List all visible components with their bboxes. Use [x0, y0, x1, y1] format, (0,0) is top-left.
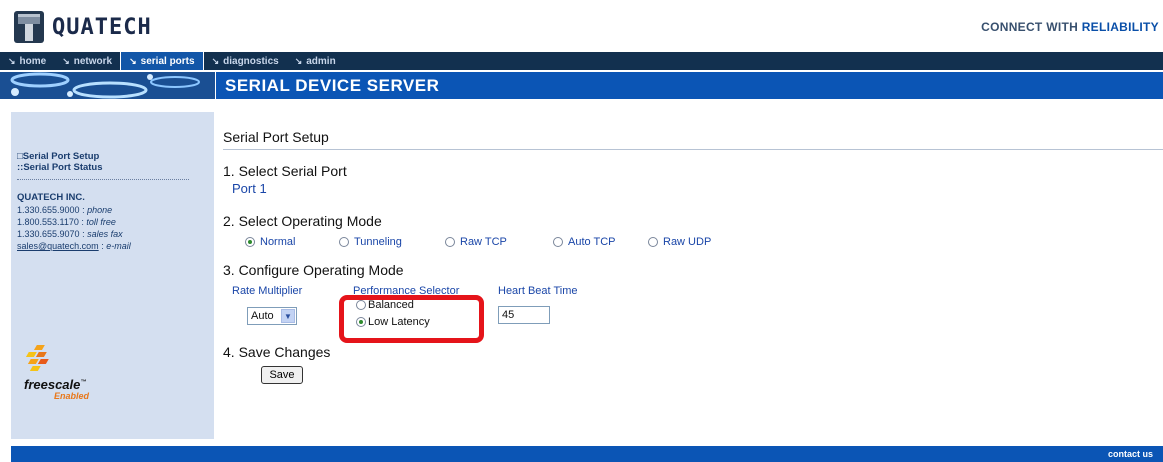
- sidebar-divider: [17, 179, 189, 180]
- perf-radio-balanced[interactable]: Balanced: [356, 299, 414, 311]
- freescale-enabled: Enabled: [54, 391, 90, 401]
- heartbeat-input[interactable]: [498, 306, 550, 324]
- sidebar-link-serial-port-setup[interactable]: □Serial Port Setup: [17, 151, 99, 162]
- sidebar-link-label: Serial Port Status: [23, 162, 103, 173]
- section-save-heading: 4. Save Changes: [223, 344, 331, 360]
- contact-type: phone: [87, 205, 113, 215]
- chevron-down-icon[interactable]: ▼: [281, 309, 295, 323]
- rate-multiplier-label: Rate Multiplier: [232, 285, 303, 297]
- contact-type: toll free: [86, 217, 116, 227]
- nav-serial-ports[interactable]: ↘ serial ports: [120, 52, 204, 70]
- section-configure-heading: 3. Configure Operating Mode: [223, 262, 404, 278]
- nav-arrow-icon: ↘: [211, 55, 220, 66]
- banner-graphic: [0, 72, 215, 99]
- nav-admin[interactable]: ↘ admin: [287, 52, 344, 70]
- contact-value: 1.800.553.1170: [17, 217, 79, 227]
- nav-diagnostics[interactable]: ↘ diagnostics: [204, 52, 287, 70]
- nav-label: serial ports: [140, 55, 195, 67]
- freescale-mark-icon: [25, 345, 49, 371]
- sidebar-link-serial-port-status[interactable]: ::Serial Port Status: [17, 162, 103, 173]
- contact-value: 1.330.655.9070: [17, 229, 80, 239]
- main-nav: ↘ home ↘ network ↘ serial ports ↘ diagnostic…: [0, 52, 1163, 70]
- mode-radio-auto-tcp[interactable]: Auto TCP: [553, 236, 616, 248]
- radio-selected-icon: [245, 237, 255, 247]
- mode-radio-tunneling[interactable]: Tunneling: [339, 236, 402, 248]
- nav-home[interactable]: ↘ home: [0, 52, 54, 70]
- radio-label: Raw TCP: [460, 236, 507, 248]
- radio-empty-icon: [445, 237, 455, 247]
- radio-label: Balanced: [368, 299, 414, 311]
- title-divider: [223, 149, 1163, 150]
- footer-bar: contact us: [11, 446, 1163, 462]
- heartbeat-label: Heart Beat Time: [498, 285, 578, 297]
- contact-value: 1.330.655.9000: [17, 205, 80, 215]
- section-operating-mode-heading: 2. Select Operating Mode: [223, 213, 382, 229]
- contact-toll-free: 1.800.553.1170 : toll free: [17, 217, 116, 227]
- radio-selected-icon: [356, 317, 366, 327]
- nav-network[interactable]: ↘ network: [54, 52, 120, 70]
- quatech-logo[interactable]: QUATECH: [14, 10, 152, 44]
- logo-text: QUATECH: [52, 14, 152, 40]
- radio-label: Tunneling: [354, 236, 402, 248]
- contact-type: sales fax: [87, 229, 123, 239]
- freescale-logo: freescale™ Enabled: [24, 343, 124, 403]
- tagline-prefix: CONNECT WITH: [981, 20, 1082, 34]
- contact-phone: 1.330.655.9000 : phone: [17, 205, 113, 215]
- page-title: Serial Port Setup: [223, 129, 329, 145]
- site-header: QUATECH CONNECT WITH RELIABILITY: [0, 0, 1163, 52]
- logo-mark-icon: [14, 11, 44, 43]
- nav-arrow-icon: ↘: [129, 55, 137, 66]
- performance-selector-label: Performance Selector: [353, 285, 460, 297]
- save-button[interactable]: Save: [261, 366, 303, 384]
- mode-radio-normal[interactable]: Normal: [245, 236, 295, 248]
- nav-label: admin: [306, 55, 336, 67]
- perf-radio-low-latency[interactable]: Low Latency: [356, 316, 430, 328]
- freescale-word: freescale™: [24, 377, 87, 392]
- nav-arrow-icon: ↘: [8, 55, 16, 66]
- radio-empty-icon: [356, 300, 366, 310]
- nav-arrow-icon: ↘: [62, 55, 70, 66]
- select-value: Auto: [251, 310, 274, 322]
- email-link[interactable]: sales@quatech.com: [17, 241, 99, 251]
- rate-multiplier-select[interactable]: Auto ▼: [247, 307, 297, 325]
- sidebar: □Serial Port Setup ::Serial Port Status …: [11, 112, 214, 439]
- main-content: Serial Port Setup 1. Select Serial Port …: [216, 100, 1163, 445]
- sidebar-link-label: Serial Port Setup: [22, 151, 100, 162]
- contact-email: sales@quatech.com : e-mail: [17, 241, 131, 251]
- mode-radio-raw-udp[interactable]: Raw UDP: [648, 236, 711, 248]
- banner-title: SERIAL DEVICE SERVER: [216, 72, 1163, 99]
- nav-arrow-icon: ↘: [294, 55, 303, 66]
- nav-label: home: [19, 55, 47, 67]
- radio-empty-icon: [648, 237, 658, 247]
- port-value: Port 1: [232, 181, 267, 196]
- mode-radio-raw-tcp[interactable]: Raw TCP: [445, 236, 507, 248]
- radio-empty-icon: [553, 237, 563, 247]
- radio-label: Raw UDP: [663, 236, 712, 248]
- nav-label: network: [73, 55, 113, 67]
- radio-label: Normal: [260, 236, 296, 248]
- tagline: CONNECT WITH RELIABILITY: [981, 20, 1159, 34]
- radio-label: Auto TCP: [568, 236, 616, 248]
- radio-label: Low Latency: [368, 316, 430, 328]
- contact-us-link[interactable]: contact us: [1108, 449, 1153, 459]
- company-name: QUATECH INC.: [17, 192, 85, 203]
- contact-type: e-mail: [106, 241, 131, 251]
- tagline-accent: RELIABILITY: [1081, 20, 1159, 34]
- section-select-port-heading: 1. Select Serial Port: [223, 163, 347, 179]
- contact-sales-fax: 1.330.655.9070 : sales fax: [17, 229, 123, 239]
- radio-empty-icon: [339, 237, 349, 247]
- nav-label: diagnostics: [223, 55, 279, 67]
